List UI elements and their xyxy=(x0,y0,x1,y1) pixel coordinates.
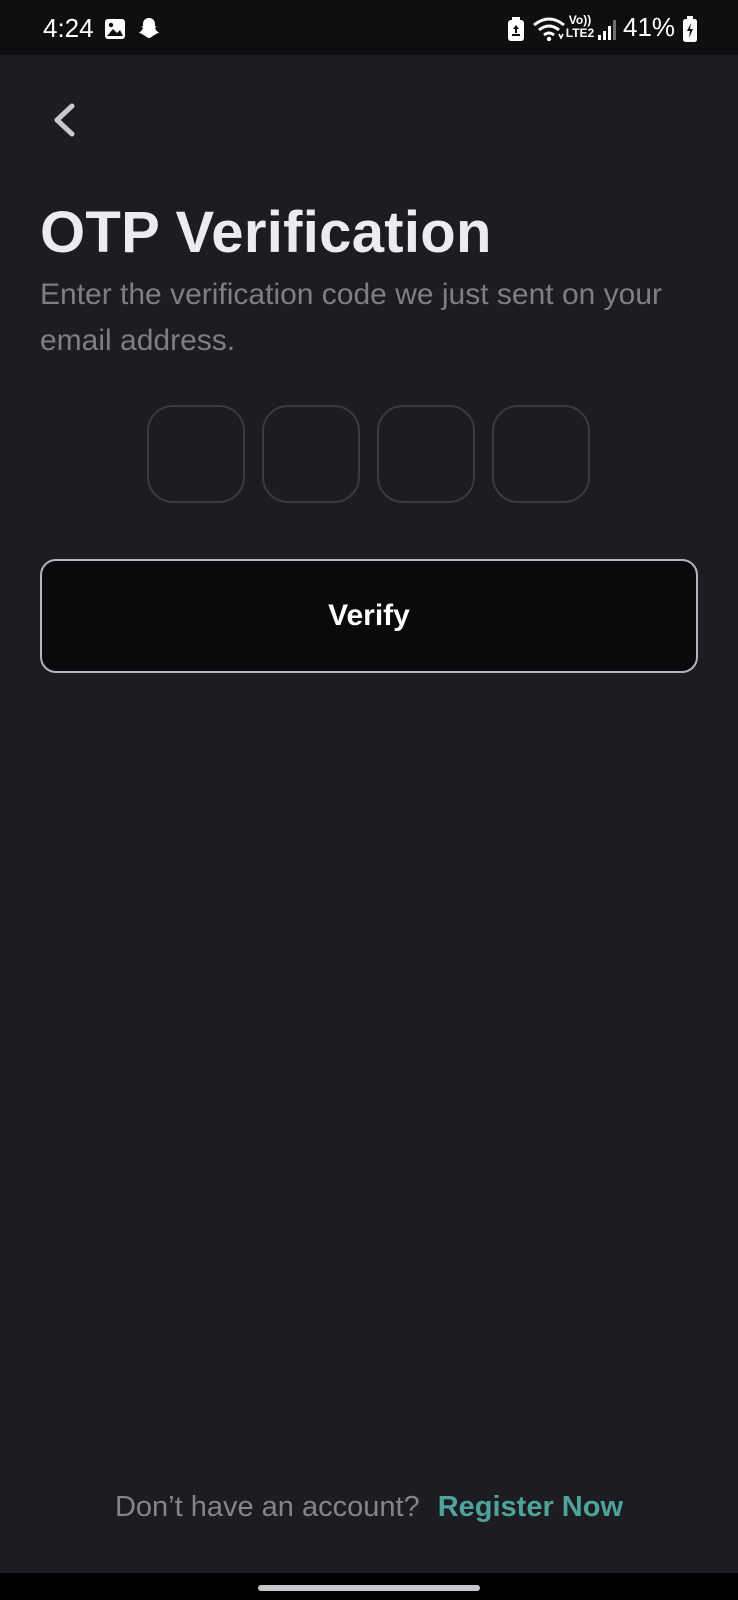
verify-button-label: Verify xyxy=(328,599,410,632)
back-button[interactable] xyxy=(40,95,90,145)
register-now-link[interactable]: Register Now xyxy=(438,1491,623,1523)
recycle-battery-icon xyxy=(508,17,524,41)
register-prompt-text: Don’t have an account? xyxy=(114,1491,420,1523)
signal-icon xyxy=(598,20,616,40)
chevron-left-icon xyxy=(54,103,75,137)
otp-input-group xyxy=(147,405,590,503)
volte-label-bottom: LTE2 xyxy=(565,26,595,40)
volte-label: Vo)) LTE2 xyxy=(564,14,596,40)
navigation-bar xyxy=(0,1573,738,1600)
status-bar: 4:24 Vo)) LTE2 41% xyxy=(0,0,738,55)
page-subtitle: Enter the verification code we just sent… xyxy=(40,278,663,357)
battery-percent: 41% xyxy=(623,12,676,42)
battery-icon xyxy=(683,16,697,42)
register-prompt: Don’t have an account? Register Now xyxy=(0,1487,738,1527)
otp-digit-3[interactable] xyxy=(377,405,475,503)
status-time: 4:24 xyxy=(43,13,94,43)
gallery-icon xyxy=(105,19,125,39)
otp-digit-2[interactable] xyxy=(262,405,360,503)
wifi-icon xyxy=(533,17,565,42)
verify-button[interactable]: Verify xyxy=(40,559,698,673)
page-title: OTP Verification xyxy=(40,200,492,265)
otp-digit-1[interactable] xyxy=(147,405,245,503)
otp-digit-4[interactable] xyxy=(492,405,590,503)
snapchat-icon xyxy=(139,18,159,38)
home-gesture-handle[interactable] xyxy=(258,1585,480,1591)
